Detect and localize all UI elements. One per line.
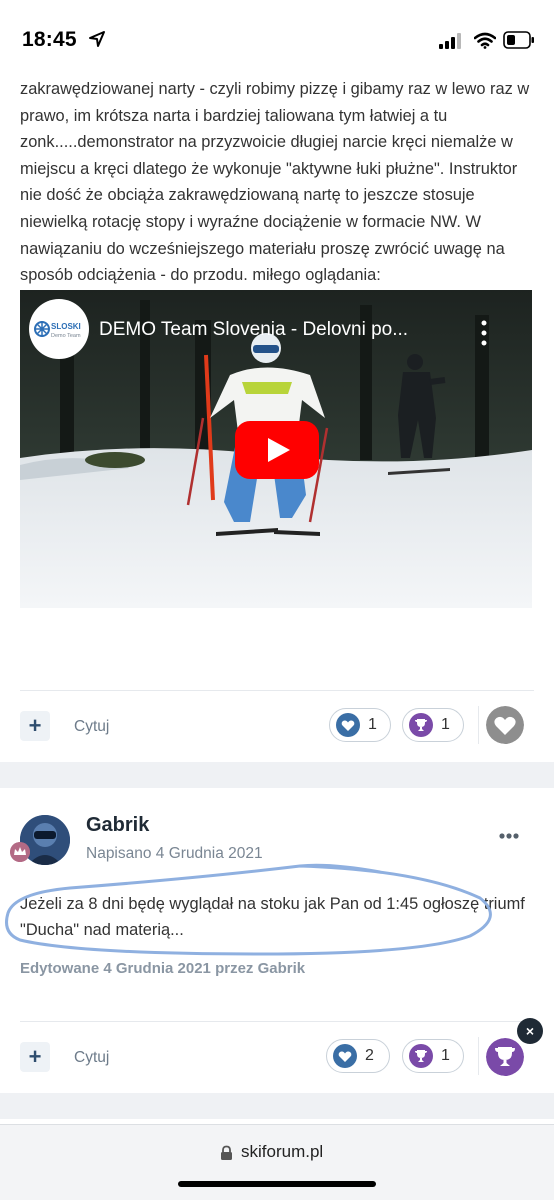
trophy-icon	[409, 713, 433, 737]
status-bar: 18:45	[0, 0, 554, 74]
lock-icon	[221, 1145, 232, 1160]
edited-note: Edytowane 4 Grudnia 2021 przez Gabrik	[20, 960, 306, 977]
channel-logo-subtext: Demo Team	[51, 333, 81, 339]
trophy-icon[interactable]	[486, 1038, 524, 1076]
location-arrow-icon	[89, 31, 105, 47]
home-indicator[interactable]	[178, 1181, 376, 1187]
close-icon[interactable]: ×	[517, 1018, 543, 1044]
post-divider	[20, 1021, 534, 1022]
multiquote-button[interactable]: +	[20, 711, 50, 741]
more-horizontal-icon[interactable]	[498, 832, 520, 840]
heart-icon	[336, 713, 360, 737]
like-count: 1	[368, 716, 377, 733]
post-separator	[0, 1093, 554, 1119]
browser-url-bar[interactable]	[0, 1124, 554, 1200]
reaction-separator	[478, 1037, 479, 1075]
hand-drawn-circle	[5, 863, 492, 956]
quote-button[interactable]: Cytuj	[74, 718, 109, 736]
like-reaction[interactable]: 1	[329, 708, 391, 742]
trophy-count: 1	[441, 1047, 450, 1064]
heart-icon[interactable]	[486, 706, 524, 744]
like-count: 2	[365, 1047, 374, 1064]
trophy-count: 1	[441, 716, 450, 733]
post-divider	[20, 690, 534, 691]
post-separator	[0, 762, 554, 788]
channel-logo[interactable]: SLOSKI Demo Team	[29, 299, 89, 359]
post-body-text: zakrawędziowanej narty - czyli robimy pi…	[20, 80, 530, 285]
trophy-reaction[interactable]: 1	[402, 708, 464, 742]
url-text[interactable]: skiforum.pl	[241, 1142, 323, 1162]
trophy-icon	[409, 1044, 433, 1068]
video-title[interactable]: DEMO Team Slovenia - Delovni po...	[99, 319, 469, 341]
heart-icon	[333, 1044, 357, 1068]
battery-icon	[503, 31, 534, 49]
status-time: 18:45	[22, 28, 77, 51]
video-embed[interactable]: SLOSKI Demo Team DEMO Team Slovenia - De…	[20, 290, 532, 608]
author-name[interactable]: Gabrik	[86, 814, 149, 837]
reaction-separator	[478, 706, 479, 744]
multiquote-button[interactable]: +	[20, 1042, 50, 1072]
channel-logo-text: SLOSKI	[51, 322, 81, 331]
like-reaction[interactable]: 2	[326, 1039, 390, 1073]
wifi-icon	[474, 32, 496, 49]
signal-icon	[439, 33, 461, 49]
more-vertical-icon[interactable]	[475, 318, 493, 348]
quote-button[interactable]: Cytuj	[74, 1049, 109, 1067]
trophy-reaction[interactable]: 1	[402, 1039, 464, 1073]
play-button[interactable]	[235, 421, 319, 479]
